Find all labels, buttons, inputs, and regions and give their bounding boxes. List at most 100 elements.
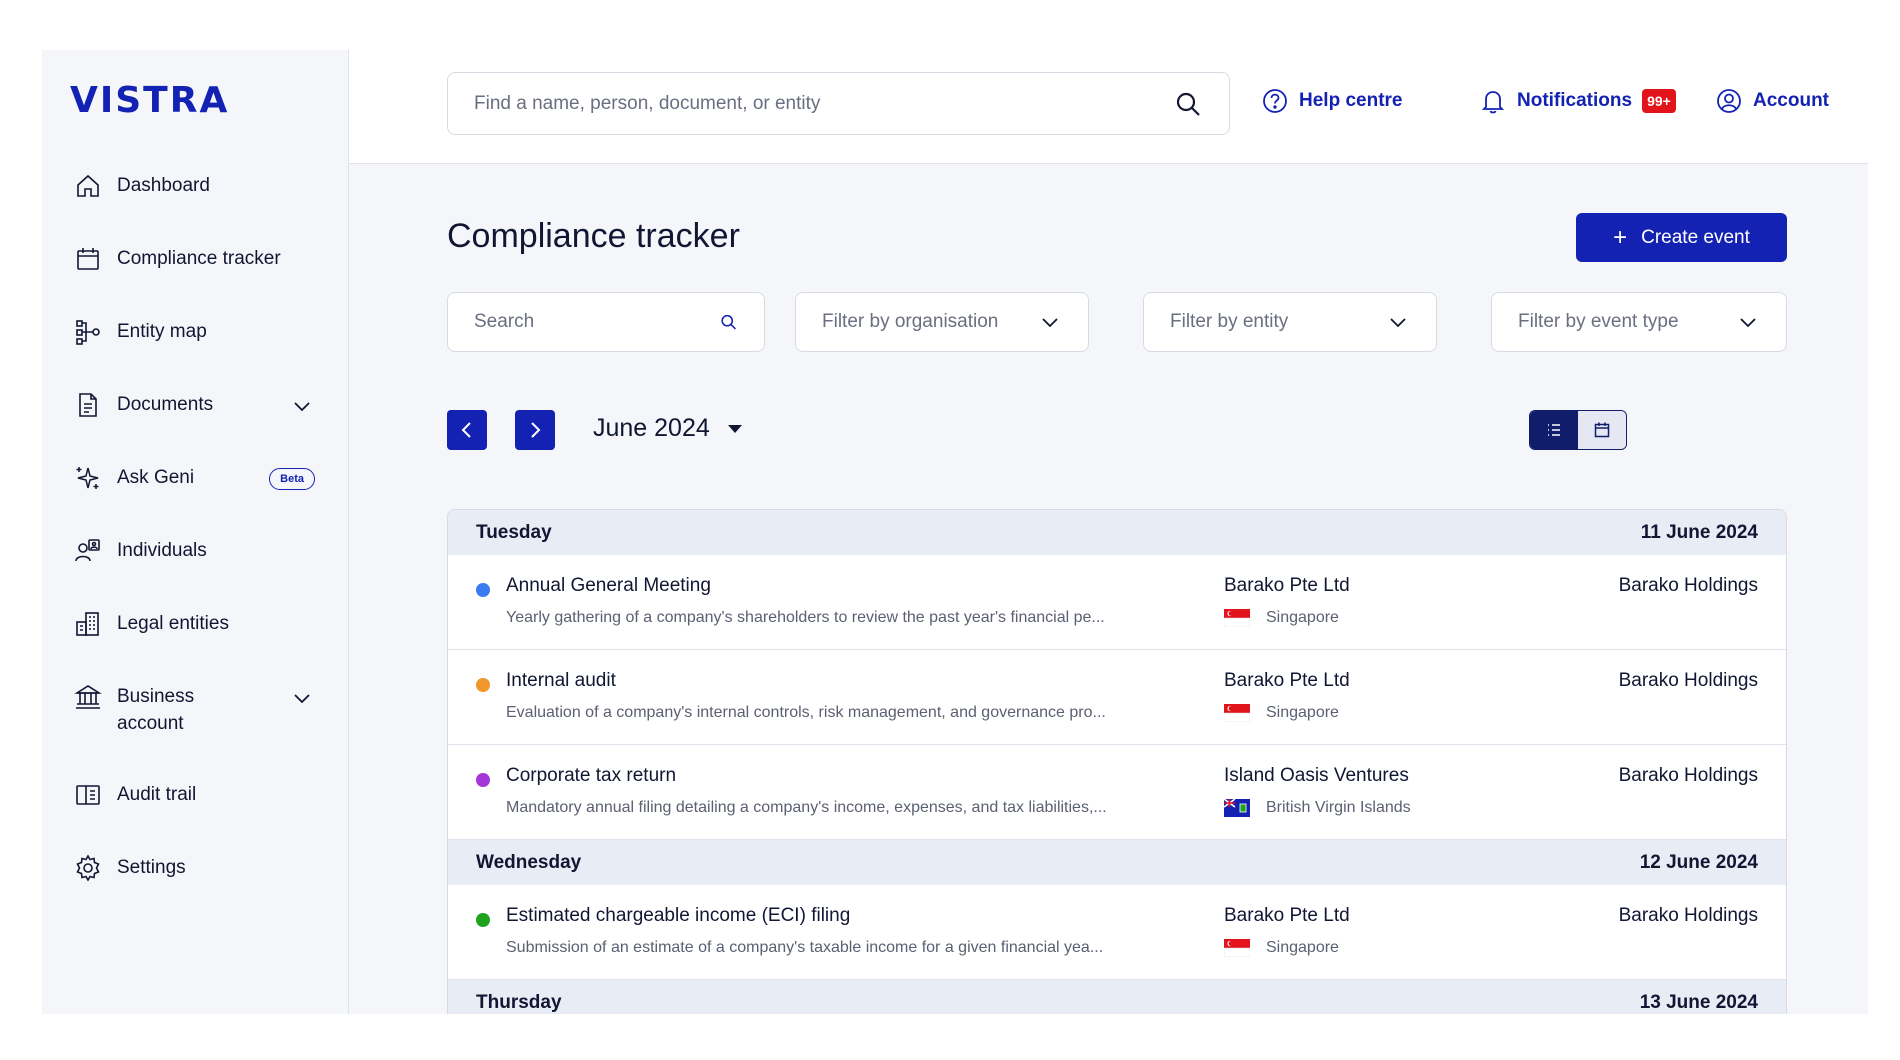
- sidebar-item-label: Individuals: [117, 540, 207, 561]
- event-status-dot: [476, 913, 490, 927]
- sidebar-item-label: Documents: [117, 394, 214, 415]
- day-date: 11 June 2024: [1640, 521, 1758, 543]
- event-country-label: Singapore: [1266, 939, 1339, 956]
- event-search[interactable]: [447, 292, 765, 352]
- search-icon[interactable]: [1173, 89, 1203, 119]
- event-organisation: Barako Holdings: [1618, 905, 1758, 926]
- bell-icon: [1481, 91, 1505, 114]
- next-month-button[interactable]: [515, 410, 555, 450]
- event-description: Evaluation of a company's internal contr…: [506, 704, 1106, 721]
- filter-event-type-select[interactable]: Filter by event type: [1491, 292, 1787, 352]
- notifications-label: Notifications: [1517, 90, 1633, 111]
- sidebar-item-compliance-tracker[interactable]: Compliance tracker: [42, 241, 349, 314]
- sidebar-item-dashboard[interactable]: Dashboard: [42, 168, 349, 241]
- event-title: Corporate tax return: [506, 765, 677, 786]
- event-entity: Island Oasis Ventures: [1224, 765, 1409, 786]
- global-search-input[interactable]: [474, 92, 1173, 115]
- sidebar: VISTRA Dashboard Compliance tracker Enti…: [42, 50, 349, 1014]
- event-country: Singapore: [1224, 609, 1339, 627]
- singapore-flag-icon: [1224, 704, 1250, 722]
- filter-event-type-label: Filter by event type: [1518, 311, 1679, 332]
- create-event-label: Create event: [1641, 226, 1750, 248]
- filter-organisation-label: Filter by organisation: [822, 311, 999, 332]
- sidebar-item-label: Dashboard: [117, 175, 210, 196]
- global-search[interactable]: [447, 72, 1230, 135]
- main-content: Compliance tracker + Create event Filter…: [349, 165, 1868, 1014]
- sidebar-item-ask-geni[interactable]: Ask Geni Beta: [42, 460, 349, 533]
- list-view-button[interactable]: [1530, 411, 1578, 449]
- sidebar-item-individuals[interactable]: Individuals: [42, 533, 349, 606]
- filter-entity-label: Filter by entity: [1170, 311, 1289, 332]
- sidebar-item-label: Ask Geni: [117, 467, 195, 488]
- beta-badge: Beta: [269, 468, 315, 490]
- chevron-down-icon: [1740, 318, 1756, 328]
- day-name: Thursday: [476, 991, 562, 1013]
- day-name: Wednesday: [476, 851, 582, 873]
- event-country-label: British Virgin Islands: [1266, 799, 1411, 816]
- event-country: British Virgin Islands: [1224, 799, 1411, 817]
- event-entity: Barako Pte Ltd: [1224, 670, 1350, 691]
- filter-organisation-select[interactable]: Filter by organisation: [795, 292, 1089, 352]
- day-date: 13 June 2024: [1639, 991, 1758, 1013]
- events-list: Tuesday 11 June 2024 Annual General Meet…: [447, 509, 1787, 1014]
- previous-month-button[interactable]: [447, 410, 487, 450]
- filter-entity-select[interactable]: Filter by entity: [1143, 292, 1437, 352]
- help-centre-label: Help centre: [1299, 90, 1403, 111]
- individuals-icon: [74, 537, 102, 565]
- event-row[interactable]: Corporate tax return Mandatory annual fi…: [448, 745, 1786, 840]
- day-date: 12 June 2024: [1639, 851, 1758, 873]
- entity-map-icon: [74, 318, 102, 346]
- event-description: Yearly gathering of a company's sharehol…: [506, 609, 1105, 626]
- search-icon[interactable]: [719, 308, 738, 336]
- plus-icon: +: [1613, 223, 1628, 251]
- event-row[interactable]: Annual General Meeting Yearly gathering …: [448, 555, 1786, 650]
- account-link[interactable]: Account: [1715, 87, 1829, 115]
- view-toggle: [1529, 410, 1627, 450]
- event-country: Singapore: [1224, 939, 1339, 957]
- create-event-button[interactable]: + Create event: [1576, 213, 1787, 262]
- event-status-dot: [476, 773, 490, 787]
- chevron-down-icon[interactable]: [291, 687, 313, 709]
- chevron-down-icon[interactable]: [291, 395, 313, 417]
- calendar-view-button[interactable]: [1578, 411, 1626, 449]
- sidebar-item-label: Audit trail: [117, 784, 197, 805]
- event-title: Annual General Meeting: [506, 575, 711, 596]
- sidebar-item-documents[interactable]: Documents: [42, 387, 349, 460]
- chevron-right-icon: [531, 422, 541, 438]
- day-header: Thursday 13 June 2024: [448, 980, 1786, 1014]
- sidebar-item-entity-map[interactable]: Entity map: [42, 314, 349, 387]
- help-icon: [1263, 89, 1287, 113]
- event-description: Submission of an estimate of a company's…: [506, 939, 1104, 956]
- event-country-label: Singapore: [1266, 609, 1339, 626]
- sidebar-item-settings[interactable]: Settings: [42, 850, 349, 923]
- event-description: Mandatory annual filing detailing a comp…: [506, 799, 1107, 816]
- notifications-link[interactable]: Notifications 99+: [1479, 87, 1676, 115]
- event-country: Singapore: [1224, 704, 1339, 722]
- help-centre-link[interactable]: Help centre: [1261, 87, 1402, 115]
- bank-icon: [74, 683, 102, 711]
- document-icon: [74, 391, 102, 419]
- sidebar-item-label: Legal entities: [117, 613, 229, 634]
- building-icon: [74, 610, 102, 638]
- event-organisation: Barako Holdings: [1618, 765, 1758, 786]
- sidebar-item-label: Compliance tracker: [117, 248, 281, 269]
- event-title: Internal audit: [506, 670, 616, 691]
- vistra-logo[interactable]: VISTRA: [70, 80, 229, 121]
- month-selector[interactable]: June 2024: [593, 414, 742, 443]
- event-row[interactable]: Estimated chargeable income (ECI) filing…: [448, 885, 1786, 980]
- sparkle-icon: [74, 464, 102, 492]
- sidebar-item-audit-trail[interactable]: Audit trail: [42, 777, 349, 850]
- sidebar-item-business-account[interactable]: Business account: [42, 679, 349, 777]
- top-header: Help centre Notifications 99+ Account: [349, 50, 1868, 164]
- sidebar-item-legal-entities[interactable]: Legal entities: [42, 606, 349, 679]
- calendar-icon: [1594, 422, 1610, 438]
- event-status-dot: [476, 678, 490, 692]
- home-icon: [74, 172, 102, 200]
- sidebar-item-label: Settings: [117, 857, 186, 878]
- event-search-input[interactable]: [474, 311, 719, 333]
- singapore-flag-icon: [1224, 939, 1250, 957]
- event-row[interactable]: Internal audit Evaluation of a company's…: [448, 650, 1786, 745]
- list-icon: [1548, 424, 1560, 436]
- notifications-count-badge: 99+: [1642, 89, 1676, 113]
- event-entity: Barako Pte Ltd: [1224, 575, 1350, 596]
